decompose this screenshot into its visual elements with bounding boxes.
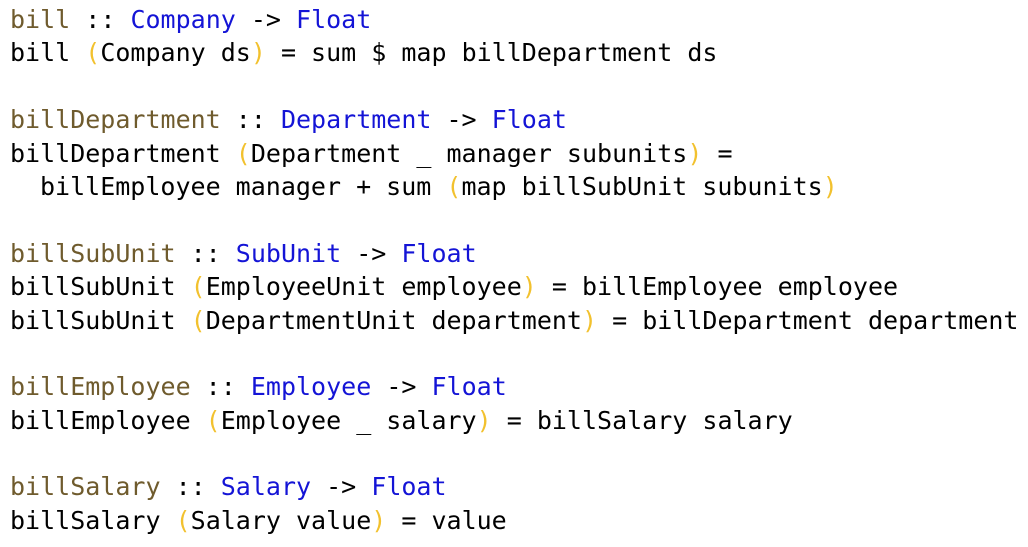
code-text: billEmployee manager + sum (40, 171, 447, 201)
type-name: Float (431, 372, 507, 402)
code-editor[interactable]: bill :: Company -> Float bill (Company d… (10, 3, 1018, 537)
function-name: bill (10, 5, 71, 34)
type-annotation-operator: :: (190, 372, 251, 402)
code-line-billdepartment-continuation: billEmployee manager + sum (map billSubU… (10, 170, 1018, 203)
type-annotation-operator: :: (220, 105, 281, 135)
code-line-billsalary-definition: billSalary (Salary value) = value (10, 504, 1018, 537)
code-text: = billDepartment department (597, 305, 1019, 335)
code-line-billdepartment-signature: billDepartment :: Department -> Float (10, 103, 1018, 136)
code-text: EmployeeUnit employee (205, 272, 522, 302)
code-line-bill-signature: bill :: Company -> Float (10, 3, 1018, 36)
open-paren: ( (85, 38, 101, 68)
arrow-operator: -> (235, 5, 297, 34)
open-paren: ( (446, 171, 462, 201)
close-paren: ) (581, 305, 598, 335)
type-name: Float (296, 5, 372, 34)
arrow-operator: -> (341, 238, 402, 268)
type-name: Salary (220, 472, 312, 502)
type-annotation-operator: :: (160, 472, 221, 502)
close-paren: ) (822, 171, 838, 201)
open-paren: ( (175, 505, 191, 535)
close-paren: ) (687, 138, 703, 168)
code-text: DepartmentUnit department (205, 305, 582, 335)
code-line-billsubunit-definition-employee: billSubUnit (EmployeeUnit employee) = bi… (10, 270, 1018, 303)
editor-window: { "code": { "bill": { "sig_name": "bill"… (0, 0, 1028, 547)
code-text: bill (10, 38, 86, 68)
type-name: Department (280, 105, 432, 135)
code-line-billsalary-signature: billSalary :: Salary -> Float (10, 470, 1018, 503)
type-name: Company (130, 5, 236, 34)
code-text: billSalary (10, 505, 176, 535)
open-paren: ( (190, 305, 206, 335)
code-line-billemployee-definition: billEmployee (Employee _ salary) = billS… (10, 404, 1018, 437)
close-paren: ) (250, 38, 266, 68)
function-name: billEmployee (10, 372, 191, 402)
code-text: map billSubUnit subunits (461, 171, 823, 201)
code-text: = billEmployee employee (536, 272, 899, 302)
code-line-billsubunit-signature: billSubUnit :: SubUnit -> Float (10, 237, 1018, 270)
type-annotation-operator: :: (175, 238, 236, 268)
type-annotation-operator: :: (70, 5, 131, 34)
code-text: billDepartment (10, 138, 236, 168)
close-paren: ) (371, 505, 387, 535)
open-paren: ( (235, 138, 251, 168)
code-text: Salary value (190, 505, 372, 535)
arrow-operator: -> (371, 372, 432, 402)
close-paren: ) (521, 272, 537, 302)
open-paren: ( (190, 272, 206, 302)
close-paren: ) (476, 405, 492, 435)
code-text: = value (386, 505, 507, 535)
code-text: = sum $ map billDepartment ds (265, 38, 718, 68)
code-line-billdepartment-definition: billDepartment (Department _ manager sub… (10, 137, 1018, 170)
function-name: billDepartment (10, 105, 221, 135)
code-text: Department _ manager subunits (250, 138, 688, 168)
code-text: billSubUnit (10, 272, 191, 302)
type-name: Employee (250, 372, 372, 402)
code-line-bill-definition: bill (Company ds) = sum $ map billDepart… (10, 36, 1018, 69)
code-line-billemployee-signature: billEmployee :: Employee -> Float (10, 370, 1018, 403)
code-text: = billSalary salary (491, 405, 793, 435)
open-paren: ( (205, 405, 221, 435)
code-text: = (702, 138, 733, 168)
arrow-operator: -> (431, 105, 492, 135)
type-name: Float (401, 238, 477, 268)
code-text: Company ds (100, 38, 251, 68)
code-text: billSubUnit (10, 305, 191, 335)
code-text: Employee _ salary (220, 405, 477, 435)
arrow-operator: -> (311, 472, 372, 502)
code-text: billEmployee (10, 405, 206, 435)
code-line-billsubunit-definition-department: billSubUnit (DepartmentUnit department) … (10, 304, 1018, 337)
function-name: billSalary (10, 472, 161, 502)
type-name: Float (491, 105, 567, 135)
type-name: SubUnit (235, 238, 342, 268)
function-name: billSubUnit (10, 238, 176, 268)
type-name: Float (371, 472, 447, 502)
